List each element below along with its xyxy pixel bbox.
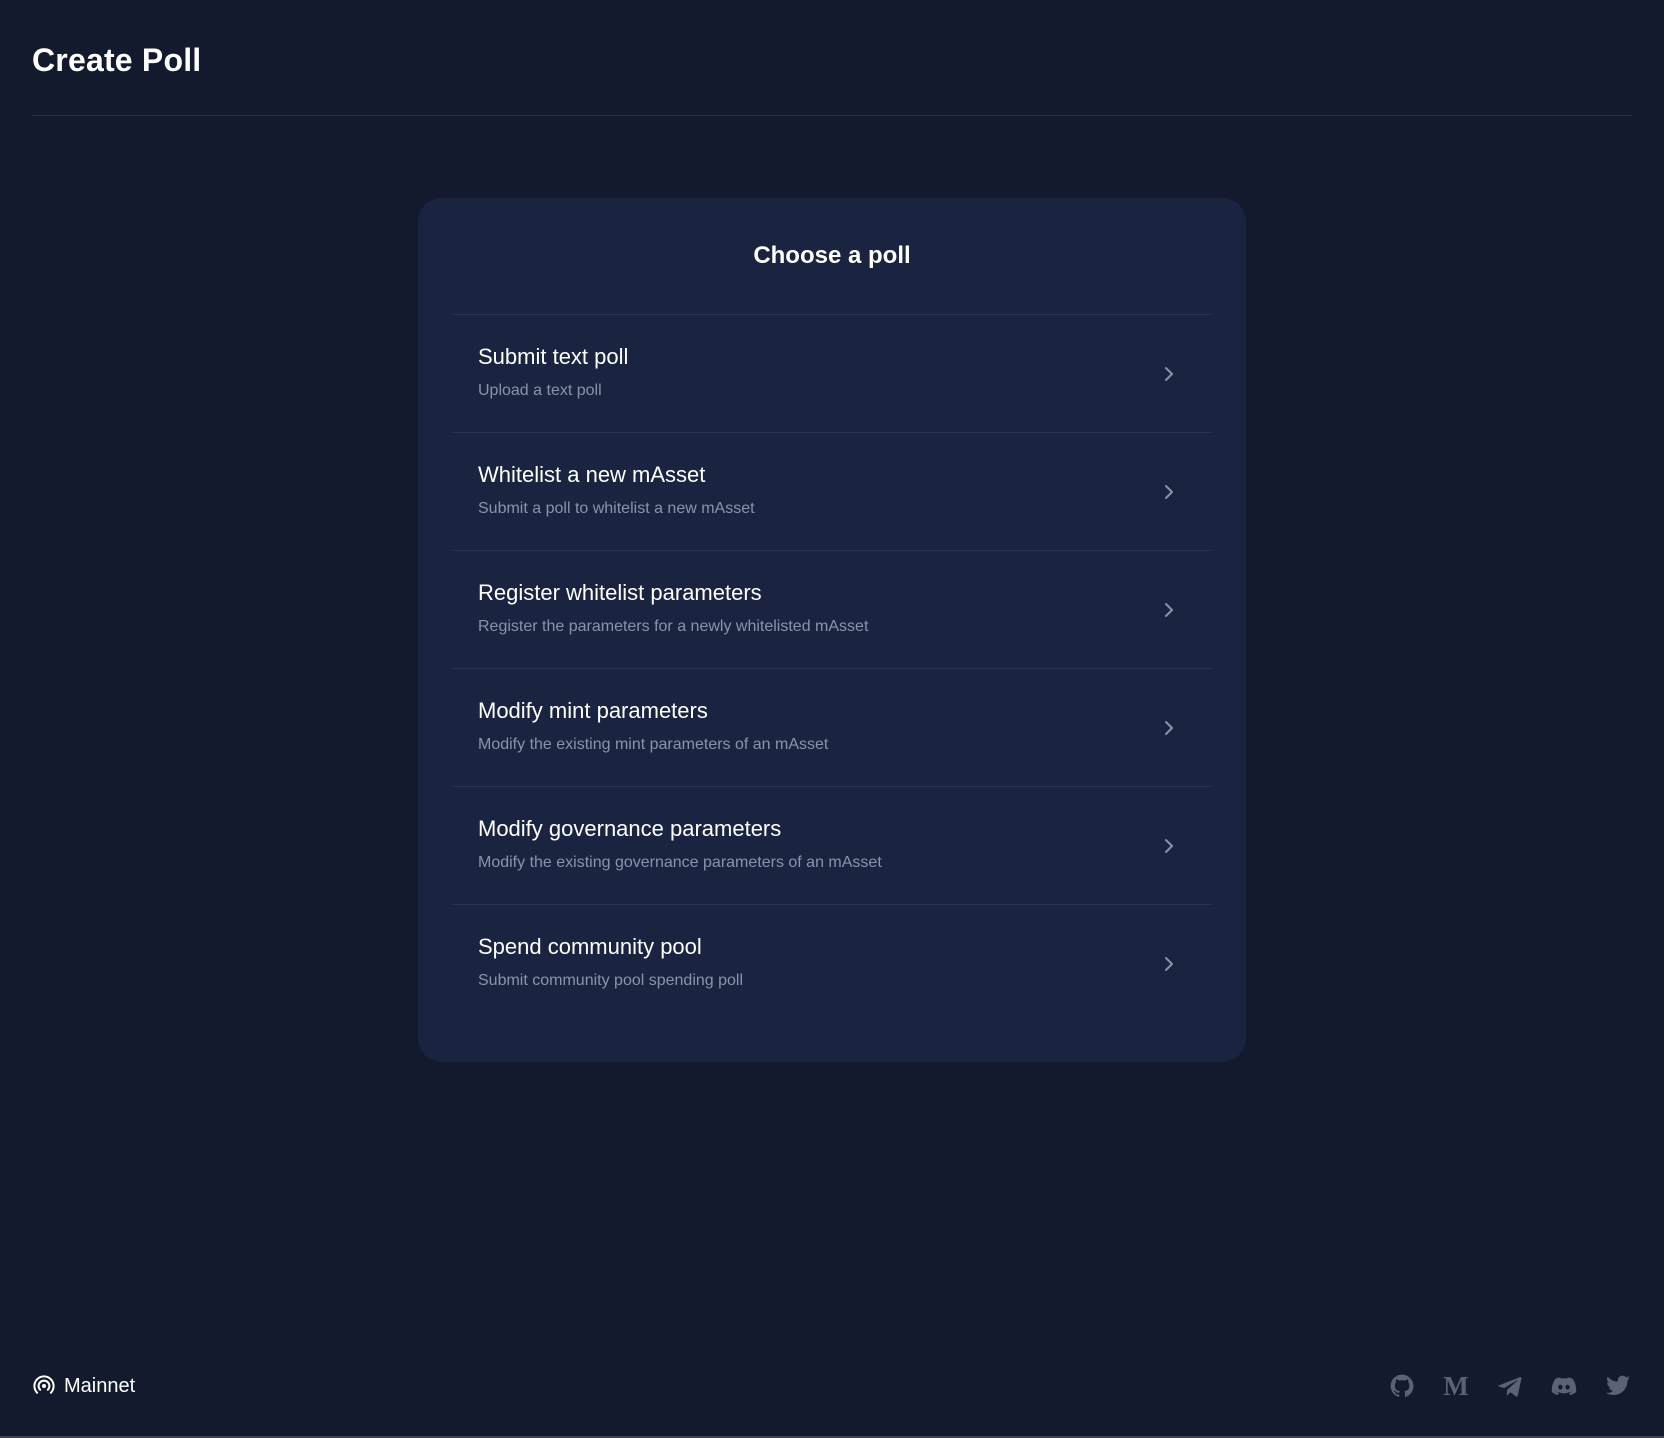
network-label: Mainnet [64,1374,136,1397]
chevron-right-icon [1160,365,1178,383]
poll-item-description: Submit a poll to whitelist a new mAsset [478,500,755,517]
discord-icon[interactable] [1550,1372,1578,1400]
poll-item-title: Modify mint parameters [478,698,708,723]
network-selector[interactable]: Mainnet [32,1370,135,1402]
chevron-right-icon [1160,955,1178,973]
twitter-icon[interactable] [1604,1372,1632,1400]
poll-item-title: Whitelist a new mAsset [478,462,706,487]
poll-item-modify-governance-parameters[interactable]: Modify governance parameters Modify the … [452,787,1212,905]
poll-list: Submit text poll Upload a text poll Whit… [452,315,1212,1023]
medium-glyph: M [1443,1371,1469,1401]
page-header: Create Poll [32,0,1632,116]
poll-item-submit-text-poll[interactable]: Submit text poll Upload a text poll [452,315,1212,433]
poll-item-title: Submit text poll [478,344,629,369]
poll-item-description: Modify the existing governance parameter… [478,854,882,871]
chevron-right-icon [1160,837,1178,855]
poll-item-title: Modify governance parameters [478,816,782,841]
choose-poll-card: Choose a poll Submit text poll Upload a … [418,198,1246,1062]
poll-item-description: Upload a text poll [478,382,602,399]
medium-icon[interactable]: M [1442,1372,1470,1400]
chevron-right-icon [1160,601,1178,619]
poll-item-spend-community-pool[interactable]: Spend community pool Submit community po… [452,905,1212,1023]
poll-item-register-whitelist-parameters[interactable]: Register whitelist parameters Register t… [452,551,1212,669]
poll-item-title: Register whitelist parameters [478,580,762,605]
poll-item-modify-mint-parameters[interactable]: Modify mint parameters Modify the existi… [452,669,1212,787]
chevron-right-icon [1160,483,1178,501]
telegram-icon[interactable] [1496,1372,1524,1400]
chevron-right-icon [1160,719,1178,737]
poll-item-title: Spend community pool [478,934,702,959]
github-icon[interactable] [1388,1372,1416,1400]
social-links: M [1388,1370,1632,1402]
poll-item-description: Modify the existing mint parameters of a… [478,736,829,753]
card-title: Choose a poll [452,198,1212,315]
poll-item-description: Submit community pool spending poll [478,972,744,989]
page-title: Create Poll [32,42,202,78]
broadcast-icon [32,1374,56,1398]
poll-item-description: Register the parameters for a newly whit… [478,618,869,635]
footer: Mainnet M [32,1370,1632,1402]
poll-item-whitelist-masset[interactable]: Whitelist a new mAsset Submit a poll to … [452,433,1212,551]
